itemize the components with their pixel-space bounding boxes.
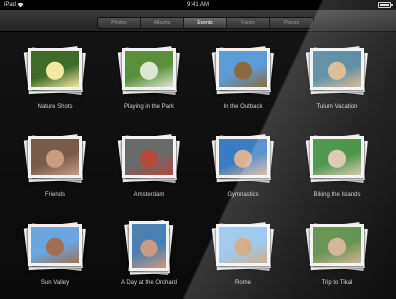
photo-stack [305, 134, 368, 184]
event-label: Tulum Vacation [316, 104, 358, 110]
cover-photo [122, 136, 176, 178]
event-stack[interactable]: Playing in the Park [104, 40, 194, 126]
photo-stack [211, 222, 274, 272]
photo-stack [117, 46, 180, 96]
cover-photo [310, 136, 364, 178]
event-stack[interactable]: In the Outback [198, 40, 288, 126]
photo-image [31, 51, 79, 87]
event-stack[interactable]: A Day at the Orchard [104, 216, 194, 299]
photo-image [219, 139, 267, 175]
event-stack[interactable]: Friends [10, 128, 100, 214]
event-stack[interactable]: Sun Valley [10, 216, 100, 299]
photo-image [132, 224, 166, 268]
events-grid: Nature Shots Playing in the Park In the Ou… [0, 32, 396, 299]
tab-albums[interactable]: Albums [141, 18, 184, 28]
event-stack[interactable]: Nature Shots [10, 40, 100, 126]
photo-stack [23, 134, 86, 184]
event-stack[interactable]: Biking the Islands [292, 128, 382, 214]
cover-photo [129, 221, 169, 271]
photo-image [313, 227, 361, 263]
photo-image [31, 139, 79, 175]
nav-bar: Photos Albums Events Faces Places [0, 10, 396, 32]
photo-stack [23, 46, 86, 96]
cover-photo [310, 224, 364, 266]
event-label: Trip to Tikal [321, 280, 353, 286]
event-stack[interactable]: Tulum Vacation [292, 40, 382, 126]
photo-stack [117, 134, 180, 184]
photo-stack [122, 219, 176, 276]
cover-photo [216, 224, 270, 266]
photo-stack [305, 222, 368, 272]
event-stack[interactable]: Gymnastics [198, 128, 288, 214]
tab-faces[interactable]: Faces [227, 18, 270, 28]
photo-stack [211, 46, 274, 96]
status-time: 9:41 AM [186, 2, 209, 8]
tab-photos[interactable]: Photos [98, 18, 141, 28]
battery-icon [378, 2, 393, 8]
cover-photo [310, 48, 364, 90]
cover-photo [122, 48, 176, 90]
photo-stack [305, 46, 368, 96]
photo-image [125, 51, 173, 87]
tab-places[interactable]: Places [270, 18, 313, 28]
cover-photo [28, 224, 82, 266]
event-stack[interactable]: Trip to Tikal [292, 216, 382, 299]
photo-image [219, 51, 267, 87]
photo-stack [211, 134, 274, 184]
cover-photo [28, 48, 82, 90]
status-bar: iPad 9:41 AM [0, 0, 396, 10]
event-label: Biking the Islands [313, 192, 361, 198]
photo-image [31, 227, 79, 263]
event-stack[interactable]: Amsterdam [104, 128, 194, 214]
view-segmented-control: Photos Albums Events Faces Places [97, 17, 314, 29]
photo-image [313, 139, 361, 175]
tab-events[interactable]: Events [184, 18, 227, 28]
cover-photo [28, 136, 82, 178]
cover-photo [216, 48, 270, 90]
photo-image [219, 227, 267, 263]
ipad-screen: iPad 9:41 AM Photos Albums Events Faces … [0, 0, 396, 299]
cover-photo [216, 136, 270, 178]
event-stack[interactable]: Rome [198, 216, 288, 299]
photo-image [125, 139, 173, 175]
photo-image [313, 51, 361, 87]
photo-stack [23, 222, 86, 272]
